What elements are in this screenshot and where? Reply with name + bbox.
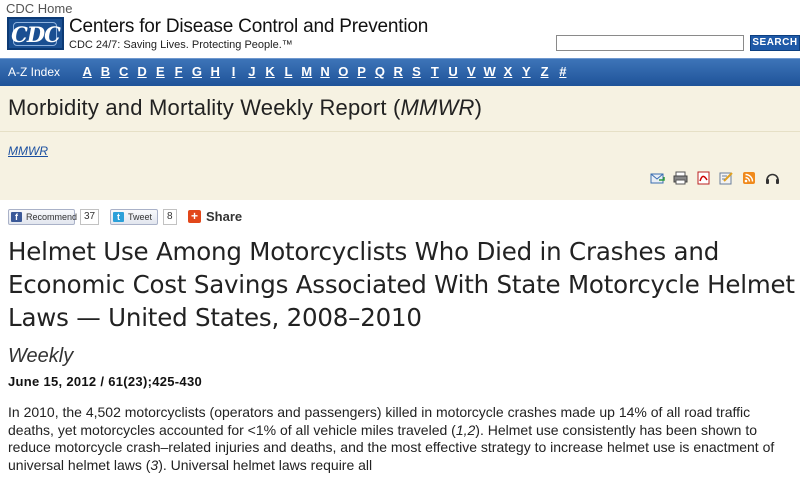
twitter-button[interactable]: t Tweet (110, 209, 158, 225)
org-name[interactable]: Centers for Disease Control and Preventi… (69, 16, 428, 38)
az-letter-link[interactable]: V (462, 64, 480, 79)
az-letter-link[interactable]: K (261, 64, 279, 79)
email-icon[interactable] (650, 171, 665, 185)
az-letter-link[interactable]: O (334, 64, 352, 79)
az-letter-link[interactable]: C (115, 64, 133, 79)
az-index-bar: A-Z Index A B C D E F G H I J K L M N O P Q R S T U V W X Y Z # (0, 58, 800, 86)
site-header: CDC Home CDC Centers for Disease Control… (0, 0, 800, 58)
az-letter-link[interactable]: Y (517, 64, 535, 79)
az-letter-link[interactable]: # (554, 64, 572, 79)
facebook-button[interactable]: f Recommend (8, 209, 78, 225)
az-letter-link[interactable]: F (169, 64, 187, 79)
az-letter-link[interactable]: M (298, 64, 316, 79)
az-letter-link[interactable]: W (481, 64, 499, 79)
az-letter-link[interactable]: X (499, 64, 517, 79)
facebook-label: Recommend (26, 212, 78, 222)
twitter-tweet[interactable]: t Tweet 8 (110, 209, 180, 225)
body-text-3: ). Universal helmet laws require all (158, 456, 373, 473)
az-index-label: A-Z Index (8, 65, 61, 79)
twitter-label: Tweet (128, 212, 153, 222)
search-input[interactable] (556, 35, 744, 51)
logo-text: CDC (11, 22, 61, 47)
rss-icon[interactable] (742, 171, 757, 185)
article-body: In 2010, the 4,502 motorcyclists (operat… (8, 404, 794, 474)
az-letter-link[interactable]: B (96, 64, 114, 79)
az-letter-link[interactable]: U (444, 64, 462, 79)
twitter-icon: t (113, 212, 124, 222)
article-title: Helmet Use Among Motorcyclists Who Died … (8, 237, 795, 332)
edit-icon[interactable] (719, 171, 734, 185)
az-letter-link[interactable]: A (78, 64, 96, 79)
facebook-count: 37 (80, 209, 100, 225)
podcast-icon[interactable] (765, 171, 780, 185)
mmwr-title-italic: MMWR (400, 95, 475, 120)
az-letter-link[interactable]: H (206, 64, 224, 79)
az-letter-link[interactable]: I (224, 64, 242, 79)
mmwr-title-suffix: ) (474, 95, 483, 120)
az-letter-link[interactable]: D (133, 64, 151, 79)
az-letter-link[interactable]: Z (535, 64, 553, 79)
az-letter-link[interactable]: P (352, 64, 370, 79)
cdc-logo[interactable]: CDC (7, 17, 64, 50)
search-button[interactable]: SEARCH (750, 35, 800, 51)
mmwr-title: Morbidity and Mortality Weekly Report (M… (8, 95, 482, 121)
facebook-icon: f (11, 212, 22, 222)
twitter-count: 8 (163, 209, 177, 225)
page-tools (650, 171, 780, 185)
az-letter-link[interactable]: L (279, 64, 297, 79)
share-plus-icon[interactable]: + (188, 210, 201, 223)
reference-1[interactable]: 1,2 (456, 422, 475, 438)
facebook-recommend[interactable]: f Recommend 37 (8, 209, 100, 225)
mmwr-title-prefix: Morbidity and Mortality Weekly Report ( (8, 95, 401, 120)
share-button[interactable]: Share (206, 209, 242, 224)
az-letter-link[interactable]: S (407, 64, 425, 79)
cdc-home-link[interactable]: CDC Home (6, 1, 72, 16)
tagline: CDC 24/7: Saving Lives. Protecting Peopl… (69, 39, 293, 51)
az-letter-link[interactable]: T (426, 64, 444, 79)
az-letter-link[interactable]: E (151, 64, 169, 79)
breadcrumb-mmwr[interactable]: MMWR (8, 144, 48, 158)
publication-date: June 15, 2012 / 61(23);425-430 (8, 374, 203, 389)
print-icon[interactable] (673, 171, 688, 185)
az-letter-link[interactable]: J (243, 64, 261, 79)
az-letter-link[interactable]: N (316, 64, 334, 79)
pdf-icon[interactable] (696, 171, 711, 185)
az-letter-link[interactable]: R (389, 64, 407, 79)
az-letters: A B C D E F G H I J K L M N O P Q R S T U V W X Y Z # (78, 64, 572, 79)
series-label: Weekly (8, 345, 74, 367)
az-letter-link[interactable]: G (188, 64, 206, 79)
az-letter-link[interactable]: Q (371, 64, 389, 79)
banner-divider (0, 131, 800, 132)
